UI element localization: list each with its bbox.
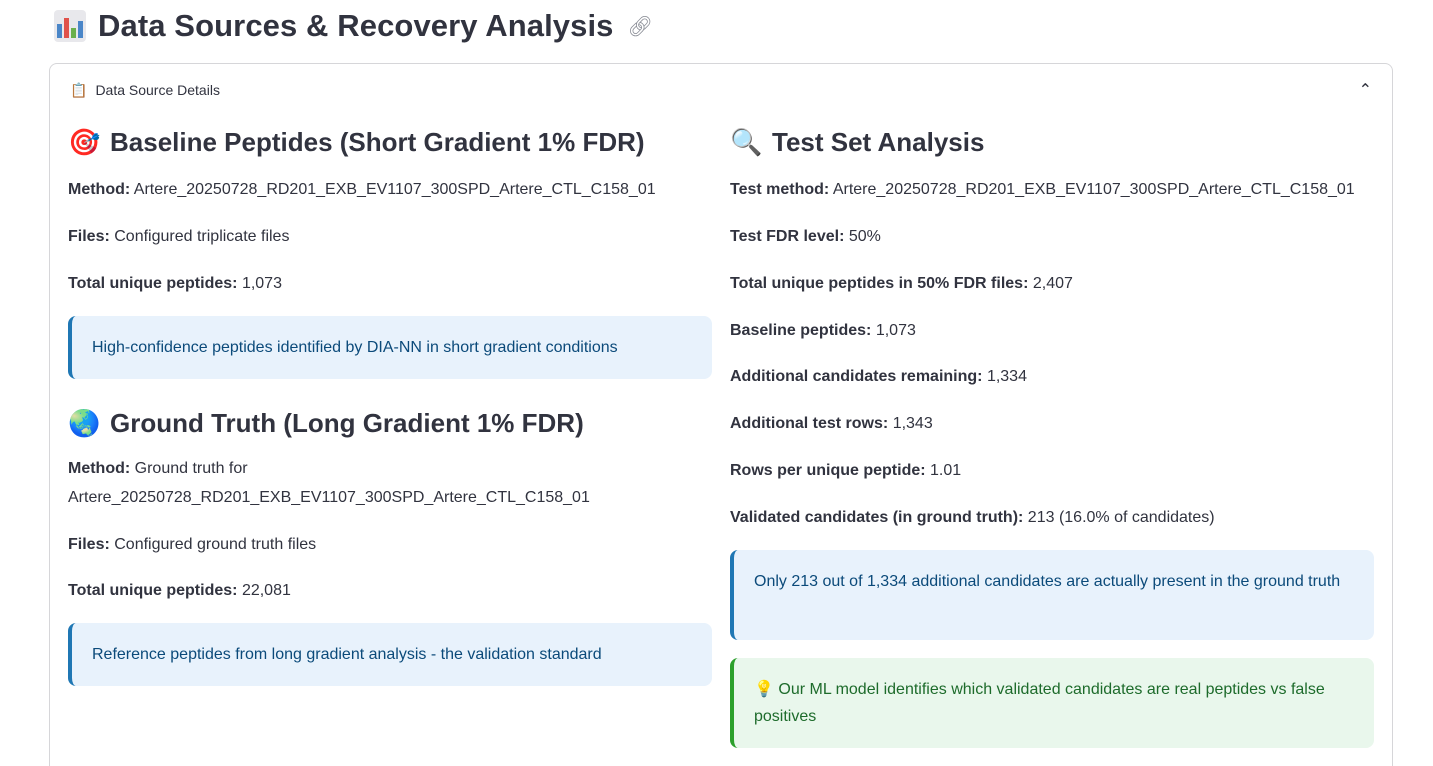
test-rows-per-peptide: Rows per unique peptide: 1.01 <box>730 462 962 479</box>
test-method: Test method: Artere_20250728_RD201_EXB_E… <box>730 181 1355 198</box>
page-title: Data Sources & Recovery Analysis <box>98 8 614 43</box>
bar-chart-icon <box>54 10 86 42</box>
baseline-total: Total unique peptides: 1,073 <box>68 275 282 292</box>
magnifier-icon: 🔍 <box>730 126 763 157</box>
ground-truth-files: Files: Configured ground truth files <box>68 536 317 553</box>
ground-truth-total: Total unique peptides: 22,081 <box>68 582 291 599</box>
baseline-title: Baseline Peptides (Short Gradient 1% FDR… <box>110 126 645 157</box>
baseline-files: Files: Configured triplicate files <box>68 228 290 245</box>
test-total-unique: Total unique peptides in 50% FDR files: … <box>730 275 1073 292</box>
test-info-box: Only 213 out of 1,334 additional candida… <box>730 550 1374 640</box>
ground-truth-title: Ground Truth (Long Gradient 1% FDR) <box>110 407 584 438</box>
test-set-heading: 🔍 Test Set Analysis <box>730 122 1374 162</box>
expander-label: Data Source Details <box>95 82 220 98</box>
right-column: 🔍 Test Set Analysis Test method: Artere_… <box>730 122 1374 748</box>
test-set-title: Test Set Analysis <box>772 126 985 157</box>
ground-truth-info-box: Reference peptides from long gradient an… <box>68 623 712 686</box>
baseline-info-box: High-confidence peptides identified by D… <box>68 316 712 379</box>
ml-success-box: 💡 Our ML model identifies which validate… <box>730 658 1374 748</box>
test-additional-candidates: Additional candidates remaining: 1,334 <box>730 368 1027 385</box>
ground-truth-method: Method: Ground truth for Artere_20250728… <box>68 460 590 506</box>
test-additional-rows: Additional test rows: 1,343 <box>730 415 933 432</box>
left-column: 🎯 Baseline Peptides (Short Gradient 1% F… <box>68 122 712 686</box>
page-header: Data Sources & Recovery Analysis 🔗︎ <box>54 4 653 48</box>
lightbulb-icon: 💡 <box>754 681 774 698</box>
clipboard-icon: 📋 <box>70 81 88 98</box>
test-validated-candidates: Validated candidates (in ground truth): … <box>730 509 1215 526</box>
baseline-heading: 🎯 Baseline Peptides (Short Gradient 1% F… <box>68 122 712 162</box>
link-icon[interactable]: 🔗︎ <box>628 14 653 39</box>
chevron-up-icon[interactable]: ⌃ <box>1359 80 1372 100</box>
baseline-method: Method: Artere_20250728_RD201_EXB_EV1107… <box>68 181 656 198</box>
ground-truth-heading: 🌏 Ground Truth (Long Gradient 1% FDR) <box>68 403 712 443</box>
test-baseline-peptides: Baseline peptides: 1,073 <box>730 322 916 339</box>
test-fdr-level: Test FDR level: 50% <box>730 228 881 245</box>
globe-icon: 🌏 <box>68 407 101 438</box>
target-icon: 🎯 <box>68 126 101 157</box>
expander-header[interactable]: 📋 Data Source Details ⌃ <box>50 64 1392 116</box>
